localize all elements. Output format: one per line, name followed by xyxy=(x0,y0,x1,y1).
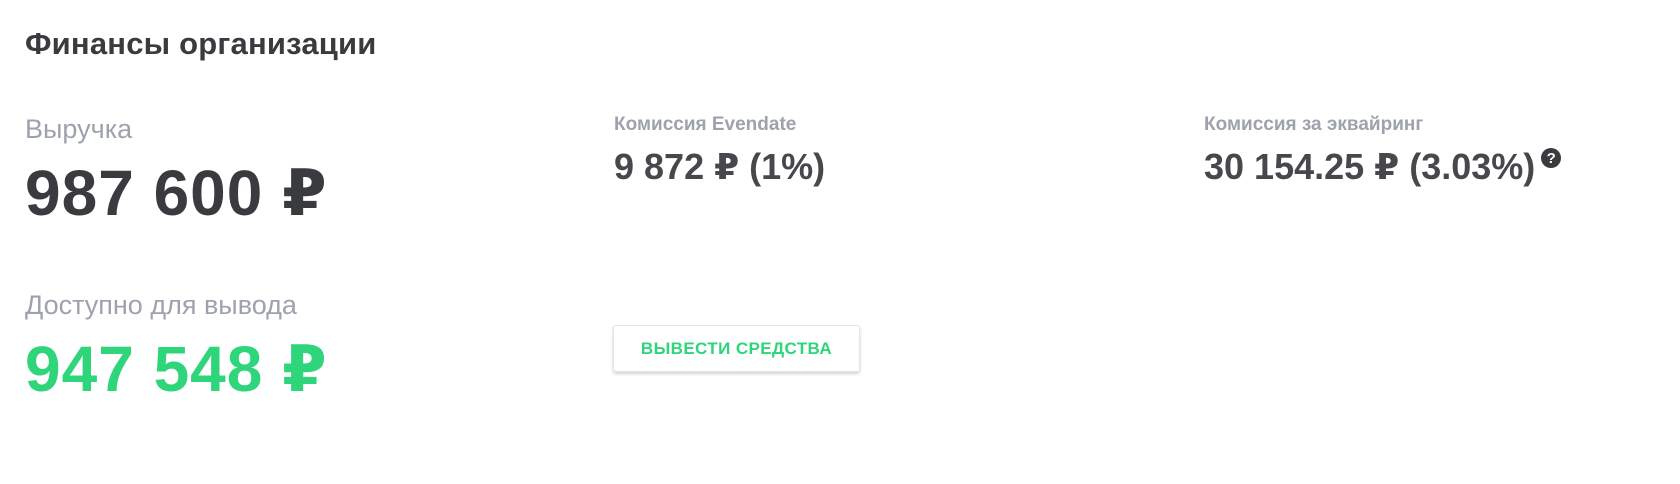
organization-finances-panel: Финансы организации Выручка 987 600 ₽ До… xyxy=(0,0,1680,484)
page-title: Финансы организации xyxy=(25,26,377,61)
evendate-commission-amount: 9 872 ₽ (1%) xyxy=(614,146,826,187)
question-circle-icon[interactable]: ? xyxy=(1541,148,1562,168)
acquiring-commission-value: 30 154.25 ₽ (3.03%) ? xyxy=(1204,146,1562,188)
evendate-commission-value: 9 872 ₽ (1%) xyxy=(614,146,825,188)
available-value: 947 548 ₽ xyxy=(25,333,328,405)
revenue-value: 987 600 ₽ xyxy=(25,157,328,229)
revenue-label: Выручка xyxy=(25,114,133,144)
acquiring-commission-amount: 30 154.25 ₽ (3.03%) xyxy=(1204,146,1536,187)
withdraw-funds-button[interactable]: ВЫВЕСТИ СРЕДСТВА xyxy=(613,325,860,372)
available-label: Доступно для вывода xyxy=(25,290,297,320)
evendate-commission-label: Комиссия Evendate xyxy=(614,114,797,135)
acquiring-commission-label: Комиссия за эквайринг xyxy=(1204,114,1424,135)
